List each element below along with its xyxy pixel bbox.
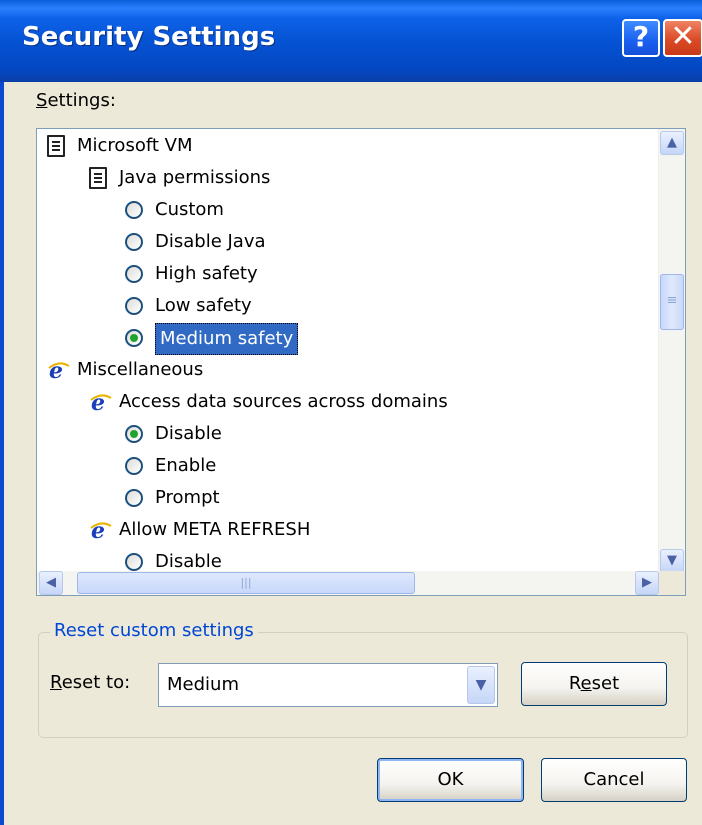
tree-item-label: High safety (155, 263, 258, 284)
tree-item-label: Low safety (155, 295, 252, 316)
tree-item-label: Disable (155, 423, 222, 444)
horizontal-scroll-thumb[interactable]: ||| (77, 572, 415, 594)
svg-text:e: e (91, 518, 105, 542)
radio-button[interactable] (125, 297, 143, 315)
group-title: Reset custom settings (50, 620, 258, 641)
svg-text:e: e (91, 390, 105, 414)
title-bar[interactable]: Security Settings ? ✕ (0, 0, 702, 82)
tree-item-label: Custom (155, 199, 224, 220)
scroll-down-button[interactable]: ▼ (660, 549, 684, 573)
reset-level-select[interactable]: Medium ▼ (158, 663, 498, 707)
internet-explorer-icon: e (89, 518, 113, 544)
tree-item-label: Disable Java (155, 231, 266, 252)
radio-button[interactable] (125, 201, 143, 219)
scroll-right-button[interactable]: ▶ (635, 571, 659, 595)
grip-icon: ||| (240, 576, 252, 589)
close-button[interactable]: ✕ (663, 19, 702, 57)
chevron-down-icon: ▼ (475, 677, 487, 693)
scroll-left-button[interactable]: ◀ (39, 571, 63, 595)
svg-text:e: e (49, 358, 63, 382)
radio-button[interactable] (125, 489, 143, 507)
tree-item-label: Enable (155, 455, 217, 476)
reset-button[interactable]: Reset (521, 662, 667, 706)
document-icon (89, 167, 107, 189)
ok-button[interactable]: OK (377, 758, 524, 802)
internet-explorer-icon: e (47, 358, 71, 384)
settings-label: Settings: (36, 90, 116, 111)
tree-item-label: Java permissions (119, 167, 271, 188)
dropdown-button[interactable]: ▼ (467, 666, 495, 704)
help-icon: ? (632, 20, 650, 53)
reset-level-value: Medium (167, 674, 239, 695)
radio-button[interactable] (125, 329, 143, 347)
tree-item-label: Medium safety (155, 323, 299, 355)
tree-item-label: Allow META REFRESH (119, 519, 311, 540)
radio-button[interactable] (125, 233, 143, 251)
reset-button-label: Reset (568, 673, 620, 694)
reset-to-label: Reset to: (50, 672, 131, 693)
radio-button[interactable] (125, 457, 143, 475)
window-frame (0, 82, 4, 825)
tree-item-label: Microsoft VM (77, 135, 193, 156)
reset-to-label-text: eset to: (61, 672, 131, 693)
help-button[interactable]: ? (622, 19, 660, 57)
radio-button[interactable] (125, 425, 143, 443)
chevron-down-icon: ▼ (667, 553, 677, 568)
vertical-scrollbar[interactable]: ▲ ≡ ▼ (658, 129, 685, 573)
window-title: Security Settings (22, 22, 276, 52)
scroll-up-button[interactable]: ▲ (660, 131, 684, 155)
security-settings-dialog: Security Settings ? ✕ Settings: Microsof… (0, 0, 702, 825)
settings-listbox[interactable]: Microsoft VM Java permissions Custom Disabl… (36, 128, 686, 596)
internet-explorer-icon: e (89, 390, 113, 416)
tree-item-label: Prompt (155, 487, 220, 508)
chevron-up-icon: ▲ (667, 135, 677, 150)
radio-button[interactable] (125, 265, 143, 283)
scrollbar-corner (659, 571, 685, 595)
tree-item-label: Access data sources across domains (119, 391, 448, 412)
radio-button[interactable] (125, 553, 143, 571)
tree-item-label: Miscellaneous (77, 359, 204, 380)
horizontal-scrollbar[interactable]: ◀ ||| ▶ (37, 571, 661, 595)
document-icon (47, 135, 65, 157)
chevron-right-icon: ▶ (642, 575, 652, 590)
grip-icon: ≡ (666, 293, 678, 308)
vertical-scroll-thumb[interactable]: ≡ (660, 274, 684, 330)
close-icon: ✕ (670, 19, 696, 54)
chevron-left-icon: ◀ (46, 575, 56, 590)
cancel-button[interactable]: Cancel (541, 758, 687, 802)
